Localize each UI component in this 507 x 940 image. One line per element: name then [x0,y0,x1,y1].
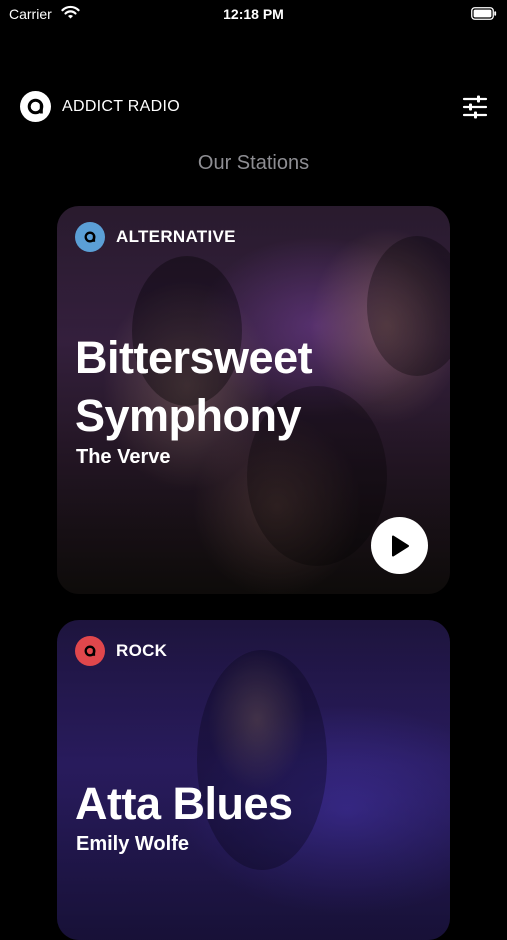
play-icon [391,535,409,556]
genre-badge-icon [75,636,105,666]
station-card-alternative[interactable]: ALTERNATIVE Bittersweet Symphony The Ver… [57,206,450,594]
track-title-line1: Bittersweet [75,332,313,383]
station-card-rock[interactable]: ROCK Atta Blues Emily Wolfe [57,620,450,940]
track-artist: Emily Wolfe [76,833,189,855]
genre-label: ROCK [116,641,168,660]
genre-badge-icon [75,222,105,252]
track-title: Atta Blues [75,778,293,829]
status-bar: Carrier 12:18 PM [0,0,507,30]
addict-radio-logo-icon [20,91,51,122]
genre-row: ROCK [75,636,167,666]
app-header: ADDICT RADIO [0,88,507,126]
app-title: ADDICT RADIO [62,98,180,115]
genre-label: ALTERNATIVE [116,227,236,246]
play-button[interactable] [371,517,428,574]
battery-icon [471,7,497,20]
settings-sliders-button[interactable] [461,93,489,121]
track-title-line2: Symphony [75,390,302,441]
genre-row: ALTERNATIVE [75,222,236,252]
section-title: Our Stations [197,152,310,174]
track-artist: The Verve [76,446,171,468]
status-time: 12:18 PM [223,6,284,22]
